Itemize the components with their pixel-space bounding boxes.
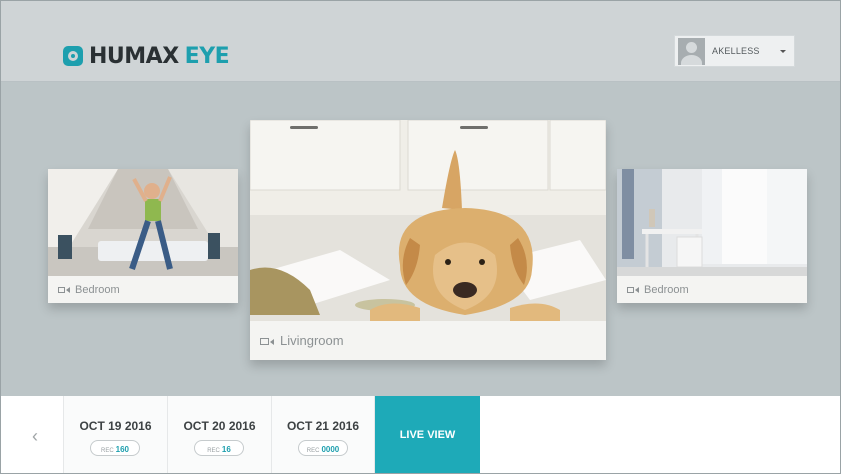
- user-name: AKELLESS: [712, 46, 760, 56]
- camera-thumbnail: [617, 169, 807, 276]
- camera-name: Bedroom: [644, 283, 689, 296]
- camera-label: Bedroom: [617, 276, 807, 303]
- humax-eye-logo: HUMAX EYE: [63, 41, 230, 71]
- date-label: OCT 21 2016: [286, 419, 360, 433]
- video-camera-icon: [627, 284, 639, 296]
- rec-label: REC: [207, 448, 220, 454]
- brand-name: HUMAX: [89, 43, 179, 69]
- user-account-dropdown[interactable]: AKELLESS: [674, 35, 795, 67]
- date-label: OCT 20 2016: [183, 419, 256, 433]
- date-label: OCT 19 2016: [79, 419, 152, 433]
- rec-count: 160: [115, 445, 130, 454]
- eye-logo-icon: [63, 46, 83, 66]
- rec-count-badge: REC 160: [90, 440, 140, 456]
- camera-thumbnail: [48, 169, 238, 276]
- camera-label: Livingroom: [250, 321, 606, 360]
- camera-name: Livingroom: [280, 333, 344, 348]
- camera-label: Bedroom: [48, 276, 238, 303]
- header-bar: HUMAX EYE AKELLESS: [1, 1, 840, 82]
- rec-count: 16: [221, 445, 231, 454]
- chevron-left-icon[interactable]: ‹: [25, 426, 45, 446]
- rec-label: REC: [306, 448, 320, 454]
- camera-card-bedroom-right[interactable]: Bedroom: [617, 169, 807, 303]
- camera-card-bedroom-left[interactable]: Bedroom: [48, 169, 238, 303]
- date-tab-oct-19[interactable]: OCT 19 2016 REC 160: [63, 396, 167, 473]
- camera-card-livingroom[interactable]: Livingroom: [250, 120, 606, 360]
- date-tab-oct-21[interactable]: OCT 21 2016 REC 0000: [271, 396, 375, 473]
- brand-product: EYE: [184, 43, 230, 69]
- rec-label: REC: [100, 448, 114, 454]
- rec-count: 0000: [321, 445, 340, 454]
- camera-name: Bedroom: [75, 283, 120, 296]
- date-timeline: ‹ OCT 19 2016 REC 160 OCT 20 2016 REC 16 O…: [1, 396, 840, 473]
- video-camera-icon: [260, 333, 274, 348]
- rec-count-badge: REC 16: [194, 440, 244, 456]
- caret-down-icon: [780, 50, 786, 53]
- live-view-button[interactable]: LIVE VIEW: [375, 396, 480, 473]
- camera-thumbnail: [250, 120, 606, 321]
- app-window: HUMAX EYE AKELLESS Bedroom Livingroom Be…: [0, 0, 841, 474]
- video-camera-icon: [58, 284, 70, 296]
- user-avatar: [678, 37, 705, 65]
- rec-count-badge: REC 0000: [298, 440, 348, 456]
- date-tab-oct-20[interactable]: OCT 20 2016 REC 16: [167, 396, 271, 473]
